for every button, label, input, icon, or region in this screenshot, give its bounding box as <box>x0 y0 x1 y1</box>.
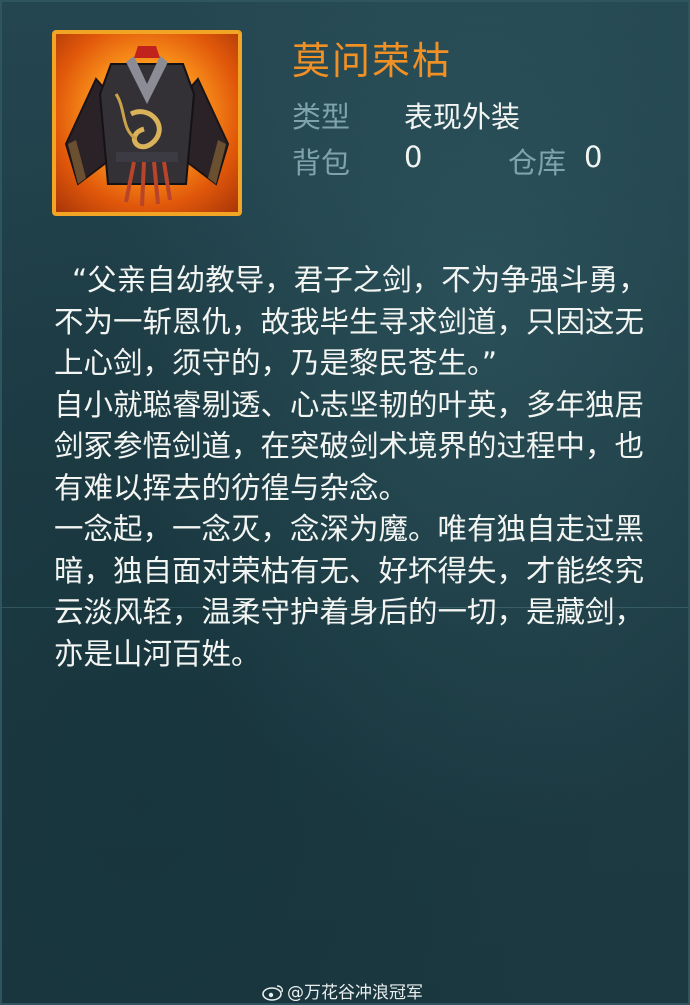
robe-illustration <box>64 46 230 207</box>
item-name: 莫问荣枯 <box>292 39 453 83</box>
watermark: @万花谷冲浪冠军 <box>262 978 423 1003</box>
watermark-text: @万花谷冲浪冠军 <box>287 983 423 1003</box>
type-label: 类型 <box>292 100 351 134</box>
bag-label: 背包 <box>292 146 351 180</box>
description-paragraph-ending: 一念起，一念灭，念深为魔。唯有独自走过黑暗，独自面对荣枯有无、好坏得失，才能终究… <box>54 512 645 671</box>
description-paragraph-quote: “父亲自幼教导，君子之剑，不为争强斗勇，不为一斩恩仇，故我毕生寻求剑道，只因这无… <box>54 263 648 380</box>
item-tooltip-panel: 莫问荣枯 类型 表现外装 背包 0 仓库 0 “父亲自幼教导，君子之剑，不为争强… <box>0 0 690 1005</box>
description-paragraph-story: 自小就聪睿剔透、心志坚韧的叶英，多年独居剑冢参悟剑道，在突破剑术境界的过程中，也… <box>54 387 645 505</box>
warehouse-label: 仓库 <box>508 146 567 180</box>
warehouse-count: 0 <box>584 140 603 174</box>
bag-count: 0 <box>404 140 423 174</box>
outfit-robe-icon[interactable] <box>52 30 242 216</box>
type-value: 表现外装 <box>404 100 521 134</box>
item-description: “父亲自幼教导，君子之剑，不为争强斗勇，不为一斩恩仇，故我毕生寻求剑道，只因这无… <box>54 260 669 675</box>
weibo-icon <box>262 985 283 1001</box>
